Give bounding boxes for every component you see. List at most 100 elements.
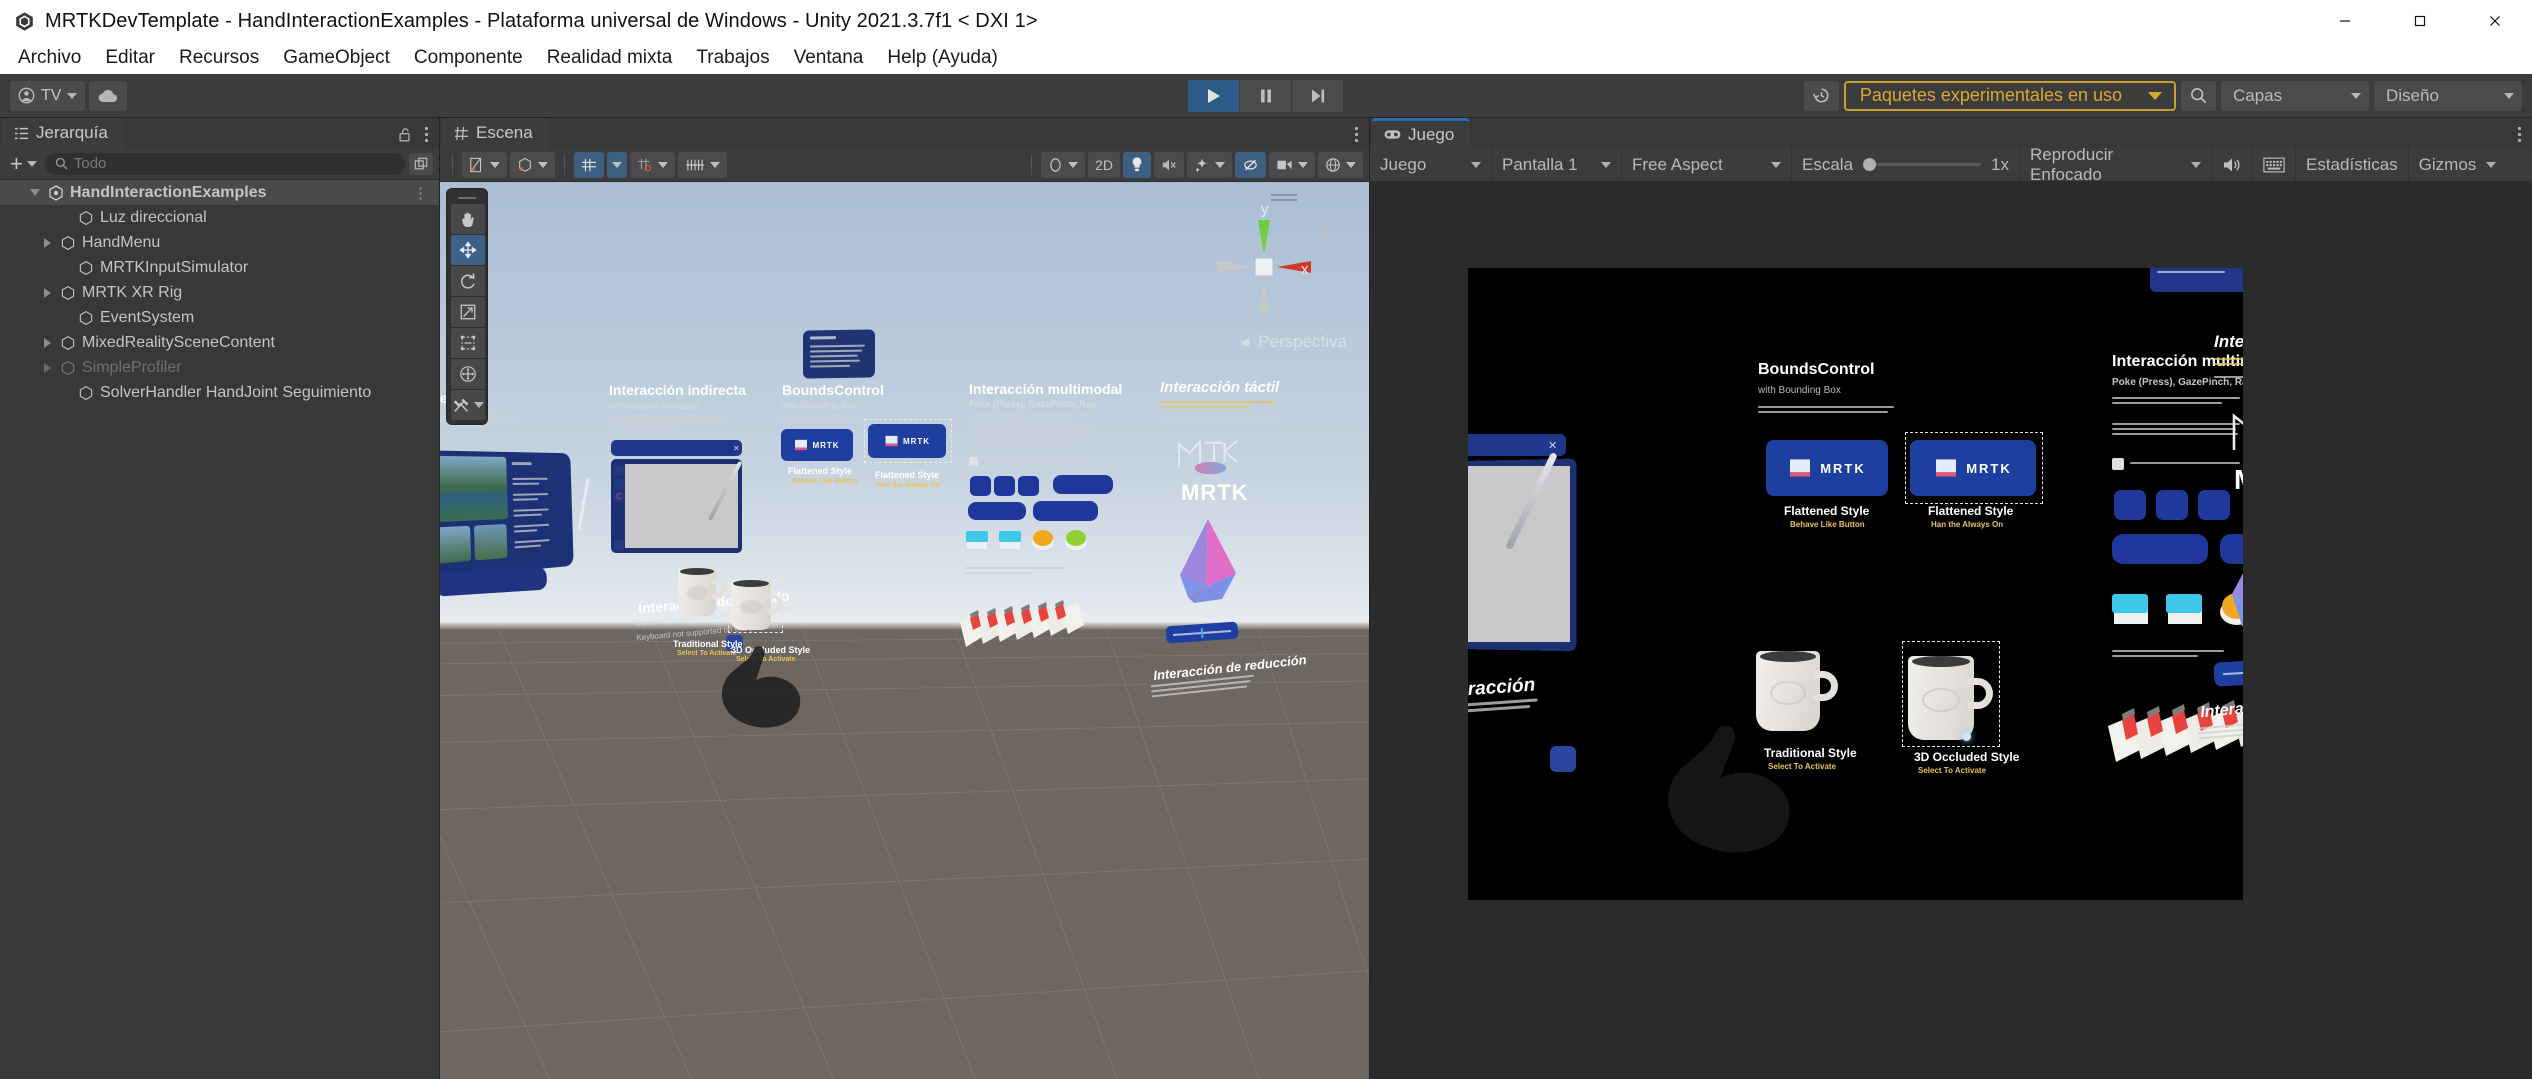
scene-button-orange[interactable] [1032, 530, 1054, 550]
play-button[interactable] [1188, 80, 1240, 112]
scene-button-green[interactable] [1065, 530, 1087, 550]
hierarchy-row-handmenu[interactable]: HandMenu [0, 230, 439, 255]
rect-tool-button[interactable] [451, 328, 485, 358]
game-mm-button-wide-1[interactable] [2112, 534, 2208, 564]
menu-ventana[interactable]: Ventana [782, 43, 876, 73]
game-viewport[interactable]: ✕ Interacción BoundsControl with Boundin… [1370, 182, 2532, 1079]
scene-card-volumetric-footer[interactable] [440, 567, 547, 597]
hierarchy-row-eventsystem[interactable]: EventSystem [0, 305, 439, 330]
tab-escena[interactable]: Escena [442, 118, 549, 148]
scene-slider[interactable] [1165, 622, 1238, 644]
game-mm-button-2[interactable] [2156, 490, 2188, 520]
scene-panel-far[interactable] [803, 329, 875, 378]
audio-mute-button[interactable] [1154, 152, 1184, 178]
scene-mm-button-1[interactable] [970, 476, 991, 496]
hierarchy-row-solverhandler[interactable]: SolverHandler HandJoint Seguimiento [0, 380, 439, 405]
twisty-icon[interactable] [40, 363, 54, 373]
scene-orientation-gizmo[interactable]: y x [1189, 192, 1339, 342]
snap-increment-button[interactable] [630, 152, 675, 178]
twisty-icon[interactable] [40, 338, 54, 348]
hidden-objects-button[interactable] [1235, 152, 1266, 178]
game-mm-button-3[interactable] [2198, 490, 2230, 520]
scene-slate-tool-3[interactable]: C [614, 492, 624, 502]
scene-mm-button-wide-1[interactable] [1053, 475, 1113, 494]
search-button[interactable] [2181, 81, 2216, 111]
history-button[interactable] [1804, 81, 1839, 111]
scene-piano[interactable] [960, 592, 1085, 647]
scene-card-volumetric[interactable] [440, 450, 574, 579]
game-render-surface[interactable]: ✕ Interacción BoundsControl with Boundin… [1468, 268, 2243, 900]
game-mm-button-1[interactable] [2114, 490, 2146, 520]
tab-juego[interactable]: Juego [1372, 118, 1470, 148]
transform-tool-button[interactable] [451, 359, 485, 389]
maximize-button[interactable] [2382, 0, 2457, 42]
scene-mug-selection[interactable] [728, 571, 783, 633]
kebab-menu-icon[interactable] [2517, 126, 2522, 148]
twisty-icon[interactable] [28, 189, 42, 196]
game-mute-button[interactable] [2212, 148, 2253, 182]
palette-grabber[interactable] [451, 193, 483, 203]
game-cube-cyan-1[interactable] [2112, 594, 2148, 624]
scene-slate-tool-1[interactable] [614, 466, 624, 476]
tab-jerarquia[interactable]: Jerarquía [2, 118, 124, 148]
rotate-tool-button[interactable] [451, 266, 485, 296]
game-playmode-dropdown[interactable]: Reproducir Enfocado [2020, 148, 2212, 182]
toggle-2d-button[interactable]: 2D [1088, 152, 1120, 178]
game-keyboard-button[interactable] [2253, 148, 2296, 182]
scene-pyramid[interactable] [1162, 517, 1250, 609]
hierarchy-expand-button[interactable] [409, 153, 433, 175]
scene-camera-button[interactable] [1041, 152, 1085, 178]
hierarchy-row-simpleprofiler[interactable]: SimpleProfiler [0, 355, 439, 380]
kebab-menu-icon[interactable] [1354, 126, 1359, 148]
gizmos-button[interactable] [1318, 152, 1363, 178]
scene-mm-button-group[interactable] [1033, 501, 1098, 521]
game-gizmos-button[interactable]: Gizmos [2409, 148, 2487, 182]
step-button[interactable] [1292, 80, 1344, 112]
account-button[interactable]: TV [10, 81, 85, 111]
game-target-dropdown[interactable]: Juego [1370, 148, 1492, 182]
game-gizmos-dropdown[interactable] [2486, 148, 2506, 182]
game-keyboard-button-3d[interactable] [1550, 746, 1576, 772]
menu-help[interactable]: Help (Ayuda) [875, 43, 1010, 73]
hand-tool-button[interactable] [451, 204, 485, 234]
game-mrtk-button-1[interactable]: MRTK [1766, 440, 1888, 496]
game-display-dropdown[interactable]: Pantalla 1 [1492, 148, 1622, 182]
grid-dropdown[interactable] [607, 152, 627, 178]
layers-dropdown[interactable]: Capas [2221, 81, 2369, 111]
custom-tools-dropdown[interactable] [473, 402, 485, 408]
scene-mm-button-3[interactable] [1018, 476, 1039, 496]
grid-visibility-button[interactable] [574, 152, 604, 178]
game-checkbox-multimodal[interactable] [2112, 458, 2124, 470]
game-slate-close-icon[interactable]: ✕ [1548, 439, 1557, 452]
twisty-icon[interactable] [40, 288, 54, 298]
lighting-toggle-button[interactable] [1123, 152, 1151, 178]
hierarchy-row-mixedrealityscenecontent[interactable]: MixedRealitySceneContent [0, 330, 439, 355]
scale-track[interactable] [1863, 163, 1981, 166]
camera-preview-button[interactable] [1269, 152, 1315, 178]
scene-mm-button-2[interactable] [994, 476, 1015, 496]
game-top-card[interactable] [2150, 268, 2243, 292]
scene-slate-close-icon[interactable]: ✕ [733, 444, 740, 453]
hierarchy-search-input[interactable]: Todo [45, 153, 405, 175]
scene-mm-button-wide-2[interactable] [968, 502, 1026, 520]
menu-recursos[interactable]: Recursos [167, 43, 271, 73]
custom-tools-button[interactable] [451, 397, 472, 414]
scene-cube-cyan-2[interactable] [999, 531, 1021, 549]
menu-gameobject[interactable]: GameObject [271, 43, 402, 73]
effects-button[interactable] [1187, 152, 1232, 178]
add-gameobject-button[interactable]: + [6, 151, 41, 177]
menu-componente[interactable]: Componente [402, 43, 535, 73]
scene-slate-titlebar[interactable] [611, 440, 742, 456]
hierarchy-row-mrtkinputsimulator[interactable]: MRTKInputSimulator [0, 255, 439, 280]
game-scale-slider[interactable]: Escala 1x [1792, 148, 2020, 182]
game-pyramid[interactable] [2208, 518, 2243, 642]
twisty-icon[interactable] [40, 238, 54, 248]
minimize-button[interactable] [2307, 0, 2382, 42]
scene-slate-tool-2[interactable] [614, 479, 624, 489]
game-mug-selection[interactable] [1902, 641, 2000, 747]
menu-archivo[interactable]: Archivo [6, 43, 93, 73]
menu-editar[interactable]: Editar [93, 43, 167, 73]
scene-perspective-label[interactable]: ◄ Perspectiva [1237, 332, 1347, 352]
menu-realidad-mixta[interactable]: Realidad mixta [535, 43, 685, 73]
close-button[interactable] [2457, 0, 2532, 42]
